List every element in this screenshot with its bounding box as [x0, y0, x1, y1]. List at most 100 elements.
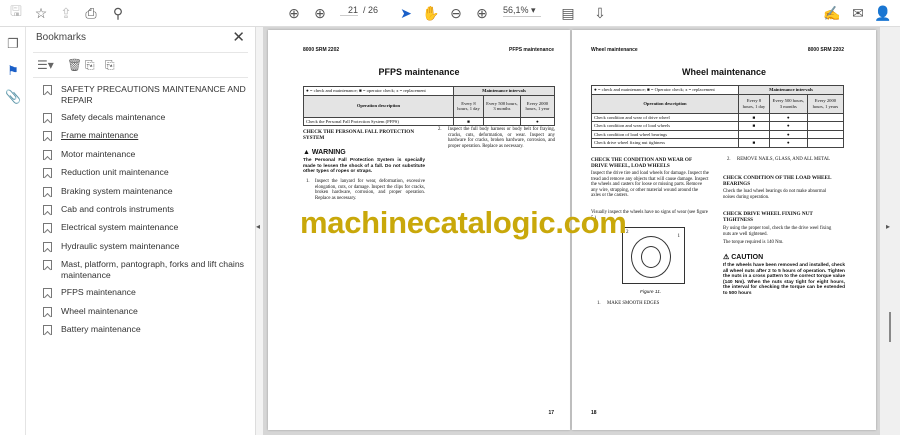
bookmark-item[interactable]: Frame maintenance	[27, 127, 255, 145]
vertical-scrollbar[interactable]: ▸	[880, 27, 900, 435]
bookmark-icon	[43, 241, 52, 252]
cell: ■	[738, 112, 770, 122]
warning-icon: ▲	[303, 149, 312, 156]
column-header: Every 2000 hours, 1 year	[519, 94, 556, 118]
table-header: Operation description	[591, 93, 739, 114]
warning-text: The Personal Fall Protection System is s…	[303, 158, 425, 175]
step-number: 2.	[438, 127, 442, 132]
bookmark-icon	[43, 186, 52, 197]
sign-icon[interactable]: ✍	[822, 4, 842, 22]
step-number: 1.	[597, 301, 601, 306]
table-row: Check condition and wear of drive wheel ■…	[591, 112, 845, 122]
running-header: PFPS maintenance	[508, 47, 554, 53]
collapse-arrow-icon[interactable]: ◂	[256, 222, 260, 231]
wheel-hub-icon	[641, 246, 661, 268]
previous-page-icon[interactable]: ⊕	[284, 4, 304, 22]
cell	[482, 116, 521, 126]
bookmark-item[interactable]: Wheel maintenance	[27, 303, 255, 321]
close-icon[interactable]: ✕	[232, 28, 245, 46]
save-icon[interactable]: 🖫	[6, 3, 26, 22]
page-number: 18	[591, 410, 597, 416]
cloud-upload-icon[interactable]: ⇪	[56, 4, 76, 22]
table-legend: ● = check and maintenance; ■ = Operator …	[591, 85, 739, 95]
cell	[806, 138, 845, 148]
step-number: 2.	[727, 157, 731, 162]
column-header: Every 8 hours, 1 day	[738, 93, 770, 114]
page-number-input[interactable]: 21	[340, 5, 358, 16]
email-icon[interactable]: ✉	[848, 4, 868, 22]
table-row: Check condition of load wheel bearings ●	[591, 129, 845, 139]
section-heading: CHECK THE PERSONAL FALL PROTECTION SYSTE…	[303, 129, 415, 141]
column-header: Every 500 hours, 3 months	[482, 94, 521, 118]
options-menu-icon[interactable]: ☰▾	[37, 58, 54, 72]
scrollbar-thumb[interactable]	[889, 312, 891, 342]
bookmark-icon	[43, 149, 52, 160]
bookmark-item[interactable]: Motor maintenance	[27, 146, 255, 164]
bookmark-item[interactable]: Battery maintenance	[27, 321, 255, 339]
cell: Check condition of load wheel bearings	[591, 129, 739, 139]
star-icon[interactable]: ☆	[31, 4, 51, 22]
add-user-icon[interactable]: 👤	[873, 4, 893, 22]
bookmark-label: Frame maintenance	[61, 130, 139, 141]
caution-icon: ⚠	[723, 254, 732, 261]
page-number: 17	[548, 410, 554, 416]
bookmark-item[interactable]: SAFETY PRECAUTIONS MAINTENANCE AND REPAI…	[27, 81, 255, 109]
new-bookmark-icon[interactable]: ⎘	[85, 58, 95, 73]
expand-arrow-icon[interactable]: ▸	[886, 222, 890, 231]
table-row: Check drive wheel fixing nut tightness ■ ●	[591, 138, 845, 148]
bookmark-icon	[43, 223, 52, 234]
table-header: Maintenance intervals	[738, 85, 844, 95]
bookmark-item[interactable]: Braking system maintenance	[27, 183, 255, 201]
table-row: Check the Personal Fall Protection Syste…	[303, 116, 556, 126]
cell	[806, 112, 845, 122]
cell: ●	[768, 112, 808, 122]
table-header: Operation description	[303, 94, 454, 118]
running-header: Wheel maintenance	[591, 47, 638, 53]
cell: Check the Personal Fall Protection Syste…	[303, 116, 454, 126]
find-bookmark-icon[interactable]: ⎘	[105, 58, 115, 73]
page-total: / 26	[363, 5, 379, 15]
panel-splitter[interactable]: ◂	[255, 27, 263, 435]
search-icon[interactable]: ⚲	[108, 4, 128, 22]
bookmark-item[interactable]: Safety decals maintenance	[27, 109, 255, 127]
next-page-icon[interactable]: ⊕	[310, 4, 330, 22]
warning-label: WARNING	[311, 149, 346, 156]
select-cursor-icon[interactable]: ➤	[396, 4, 416, 22]
print-icon[interactable]: ⎙	[81, 4, 101, 22]
cell: ■	[738, 138, 770, 148]
bookmark-item[interactable]: Cab and controls instruments	[27, 201, 255, 219]
bookmark-label: Mast, platform, pantograph, forks and li…	[61, 259, 245, 281]
column-header: Every 500 hours, 3 months	[768, 93, 808, 114]
zoom-out-icon[interactable]: ⊖	[446, 4, 466, 22]
wheel-figure: 1 2	[622, 227, 685, 284]
bookmark-item[interactable]: Electrical system maintenance	[27, 219, 255, 237]
bookmark-label: Hydraulic system maintenance	[61, 240, 180, 251]
hand-tool-icon[interactable]: ✋	[421, 4, 441, 22]
zoom-in-icon[interactable]: ⊕	[472, 4, 492, 22]
figure-caption: Figure 11.	[640, 290, 662, 295]
maintenance-table: ● = check and maintenance; ■ = Operator …	[591, 85, 845, 148]
delete-icon[interactable]: 🗑	[67, 58, 82, 72]
pages-thumbnail-icon[interactable]: ❐	[5, 36, 21, 52]
bookmark-item[interactable]: Reduction unit maintenance	[27, 164, 255, 182]
bookmark-label: Safety decals maintenance	[61, 112, 166, 122]
bookmark-item[interactable]: Mast, platform, pantograph, forks and li…	[27, 256, 255, 284]
step-text: Inspect the lanyard for wear, deformatio…	[315, 179, 425, 201]
zoom-dropdown[interactable]: 56,1% ▾	[503, 5, 541, 17]
bookmark-list: SAFETY PRECAUTIONS MAINTENANCE AND REPAI…	[27, 81, 255, 339]
watermark: machinecatalogic.com	[300, 205, 627, 240]
bookmark-panel-icon[interactable]: ⚑	[5, 63, 21, 79]
scroll-mode-icon[interactable]: ⇩	[590, 4, 610, 22]
toolbar: 🖫 ☆ ⇪ ⎙ ⚲ ⊕ ⊕ 21 / 26 ➤ ✋ ⊖ ⊕ 56,1% ▾ ▤ …	[0, 0, 900, 27]
page-fit-icon[interactable]: ▤	[558, 4, 578, 22]
step-text: REMOVE NAILS, GLASS, AND ALL METAL	[737, 157, 831, 162]
bookmark-label: Braking system maintenance	[61, 185, 173, 196]
chevron-down-icon: ▾	[531, 5, 536, 15]
cell: ■	[453, 116, 484, 126]
bookmark-item[interactable]: Hydraulic system maintenance	[27, 238, 255, 256]
running-header: 8000 SRM 2202	[807, 47, 844, 53]
bookmark-item[interactable]: PFPS maintenance	[27, 284, 255, 302]
left-rail: ❐ ⚑ 📎	[0, 27, 26, 435]
attachment-icon[interactable]: 📎	[5, 89, 21, 105]
cell: ●	[519, 116, 556, 126]
